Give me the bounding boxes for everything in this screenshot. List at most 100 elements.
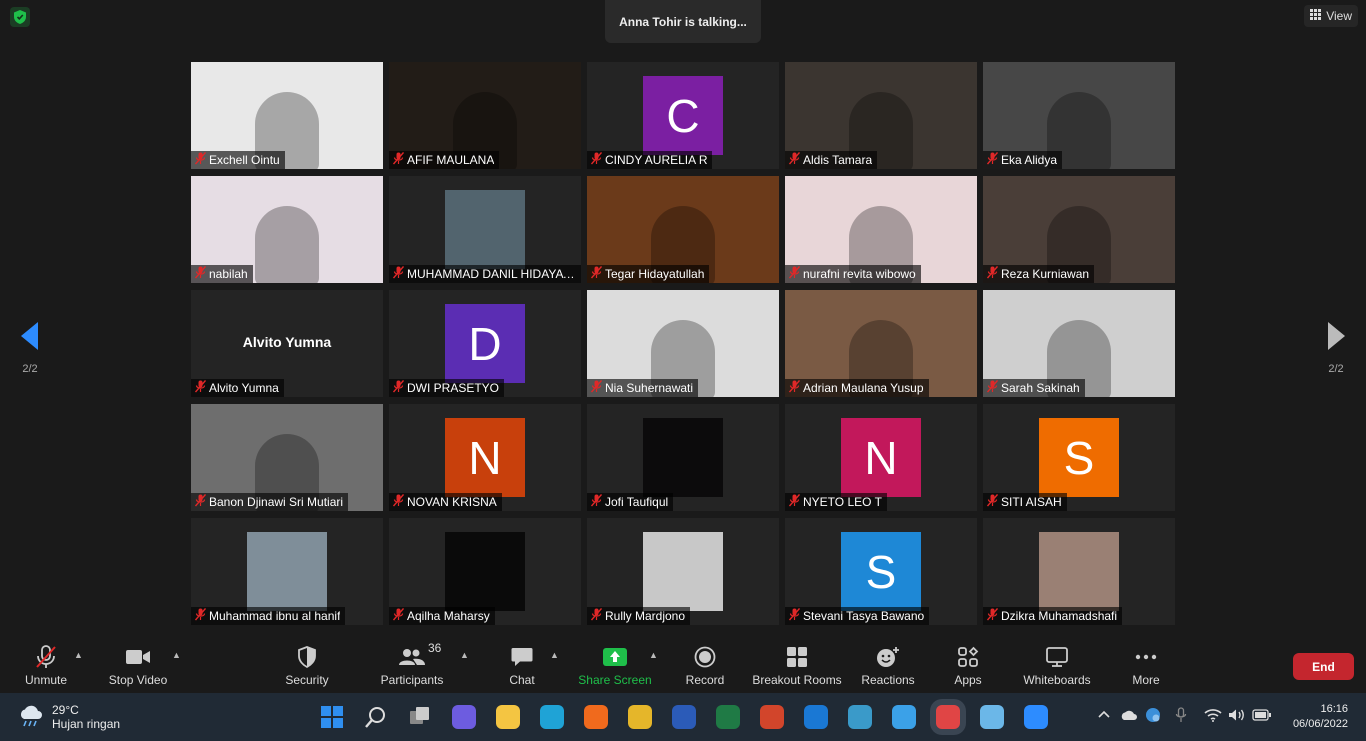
participant-tile[interactable]: Aldis Tamara	[785, 62, 977, 169]
participant-name-bar: nurafni revita wibowo	[785, 265, 921, 283]
chat-button[interactable]: Chat	[500, 644, 544, 687]
participant-tile[interactable]: D DWI PRASETYO	[389, 290, 581, 397]
notepad-icon[interactable]	[980, 705, 1004, 729]
share-screen-button[interactable]: Share Screen	[578, 644, 652, 687]
battery-icon[interactable]	[1252, 709, 1272, 724]
participant-avatar: N	[445, 418, 525, 497]
file-explorer-icon[interactable]	[496, 705, 520, 729]
excel-icon[interactable]	[716, 705, 740, 729]
apps-button[interactable]: Apps	[948, 644, 988, 687]
muted-mic-icon	[590, 380, 603, 396]
speaker-volume-icon[interactable]	[1228, 708, 1246, 725]
participant-profile-picture	[445, 190, 525, 269]
microphone-tray-icon[interactable]	[1175, 707, 1187, 726]
encryption-shield-icon[interactable]	[10, 7, 30, 27]
task-view-icon[interactable]	[408, 705, 432, 729]
windows-taskbar: 29°C Hujan ringan 16:16 06/06/2022	[0, 693, 1366, 741]
stop-video-button[interactable]: Stop Video	[105, 644, 171, 687]
news-icon[interactable]	[848, 705, 872, 729]
participant-tile[interactable]: C CINDY AURELIA R	[587, 62, 779, 169]
participants-button[interactable]: 36 Participants	[378, 641, 446, 687]
participant-tile[interactable]: S SITI AISAH	[983, 404, 1175, 511]
participant-tile[interactable]: Aqilha Maharsy	[389, 518, 581, 625]
muted-mic-icon	[788, 494, 801, 510]
apps-label: Apps	[954, 673, 982, 687]
security-label: Security	[285, 673, 329, 687]
participant-name: Banon Djinawi Sri Mutiari	[209, 495, 344, 509]
participant-tile[interactable]: MUHAMMAD DANIL HIDAYATULLAH	[389, 176, 581, 283]
mail-icon[interactable]	[804, 705, 828, 729]
teams-chat-icon[interactable]	[452, 705, 476, 729]
onedrive-cloud-icon[interactable]	[1120, 709, 1138, 724]
participant-tile[interactable]: N NOVAN KRISNA	[389, 404, 581, 511]
participant-tile[interactable]: Dzikra Muhamadshafi	[983, 518, 1175, 625]
participant-tile[interactable]: nurafni revita wibowo	[785, 176, 977, 283]
security-button[interactable]: Security	[282, 644, 332, 687]
whiteboards-button[interactable]: Whiteboards	[1020, 644, 1094, 687]
more-button[interactable]: More	[1126, 644, 1166, 687]
participant-tile[interactable]: AFIF MAULANA	[389, 62, 581, 169]
next-page-button[interactable]: 2/2	[1316, 322, 1356, 375]
search-icon[interactable]	[364, 705, 388, 729]
view-button[interactable]: View	[1304, 5, 1358, 27]
participant-tile[interactable]: Adrian Maulana Yusup	[785, 290, 977, 397]
powerpoint-icon[interactable]	[760, 705, 784, 729]
muted-mic-icon	[590, 152, 603, 168]
smiley-plus-icon	[860, 644, 916, 670]
participant-tile[interactable]: Eka Alidya	[983, 62, 1175, 169]
chat-options-chevron-icon[interactable]: ▲	[550, 650, 559, 660]
participant-tile[interactable]: Rully Mardjono	[587, 518, 779, 625]
participant-tile[interactable]: Tegar Hidayatullah	[587, 176, 779, 283]
muted-mic-icon	[194, 266, 207, 282]
weather-widget[interactable]: 29°C Hujan ringan	[18, 703, 120, 731]
snipping-tool-icon[interactable]	[936, 705, 960, 729]
windows-start-icon[interactable]	[320, 705, 344, 729]
previous-page-button[interactable]: 2/2	[10, 322, 50, 375]
participant-name-bar: Tegar Hidayatullah	[587, 265, 710, 283]
participant-gallery-grid: Exchell Ointu AFIF MAULANA C CINDY AURELIA …	[191, 62, 1175, 625]
participant-tile[interactable]: Nia Suhernawati	[587, 290, 779, 397]
participant-name: AFIF MAULANA	[407, 153, 495, 167]
video-options-chevron-icon[interactable]: ▲	[172, 650, 181, 660]
participant-name-bar: Aqilha Maharsy	[389, 607, 495, 625]
participant-name-bar: Muhammad ibnu al hanif	[191, 607, 346, 625]
participant-tile[interactable]: S Stevani Tasya Bawano	[785, 518, 977, 625]
reactions-button[interactable]: Reactions	[860, 644, 916, 687]
system-clock[interactable]: 16:16 06/06/2022	[1293, 702, 1348, 732]
photos-icon[interactable]	[892, 705, 916, 729]
participant-tile[interactable]: Reza Kurniawan	[983, 176, 1175, 283]
participant-name-bar: Aldis Tamara	[785, 151, 878, 169]
participants-options-chevron-icon[interactable]: ▲	[460, 650, 469, 660]
show-hidden-icons-chevron-icon[interactable]	[1098, 709, 1110, 721]
edge-icon[interactable]	[540, 705, 564, 729]
participant-tile[interactable]: Banon Djinawi Sri Mutiari	[191, 404, 383, 511]
participant-name-bar: Eka Alidya	[983, 151, 1063, 169]
chrome-icon[interactable]	[628, 705, 652, 729]
unmute-button[interactable]: Unmute	[22, 644, 70, 687]
participant-tile[interactable]: Sarah Sakinah	[983, 290, 1175, 397]
muted-mic-icon	[194, 152, 207, 168]
participant-name-bar: Dzikra Muhamadshafi	[983, 607, 1123, 625]
participant-tile[interactable]: N NYETO LEO T	[785, 404, 977, 511]
participant-tile[interactable]: nabilah	[191, 176, 383, 283]
firefox-icon[interactable]	[584, 705, 608, 729]
share-options-chevron-icon[interactable]: ▲	[649, 650, 658, 660]
record-button[interactable]: Record	[682, 644, 728, 687]
word-icon[interactable]	[672, 705, 696, 729]
participant-tile[interactable]: Jofi Taufiqul	[587, 404, 779, 511]
participant-name: Dzikra Muhamadshafi	[1001, 609, 1118, 623]
participant-tile[interactable]: Muhammad ibnu al hanif	[191, 518, 383, 625]
participant-name-bar: DWI PRASETYO	[389, 379, 505, 397]
zoom-icon[interactable]	[1024, 705, 1048, 729]
unmute-label: Unmute	[24, 673, 68, 687]
participant-name: CINDY AURELIA R	[605, 153, 708, 167]
clock-date: 06/06/2022	[1292, 718, 1348, 730]
more-dots-icon	[1126, 644, 1166, 670]
vpn-globe-icon[interactable]	[1145, 707, 1161, 726]
wifi-icon[interactable]	[1204, 708, 1222, 725]
breakout-rooms-button[interactable]: Breakout Rooms	[752, 644, 842, 687]
audio-options-chevron-icon[interactable]: ▲	[74, 650, 83, 660]
participant-tile[interactable]: Alvito Yumna Alvito Yumna	[191, 290, 383, 397]
participant-tile[interactable]: Exchell Ointu	[191, 62, 383, 169]
end-meeting-button[interactable]: End	[1293, 653, 1354, 680]
